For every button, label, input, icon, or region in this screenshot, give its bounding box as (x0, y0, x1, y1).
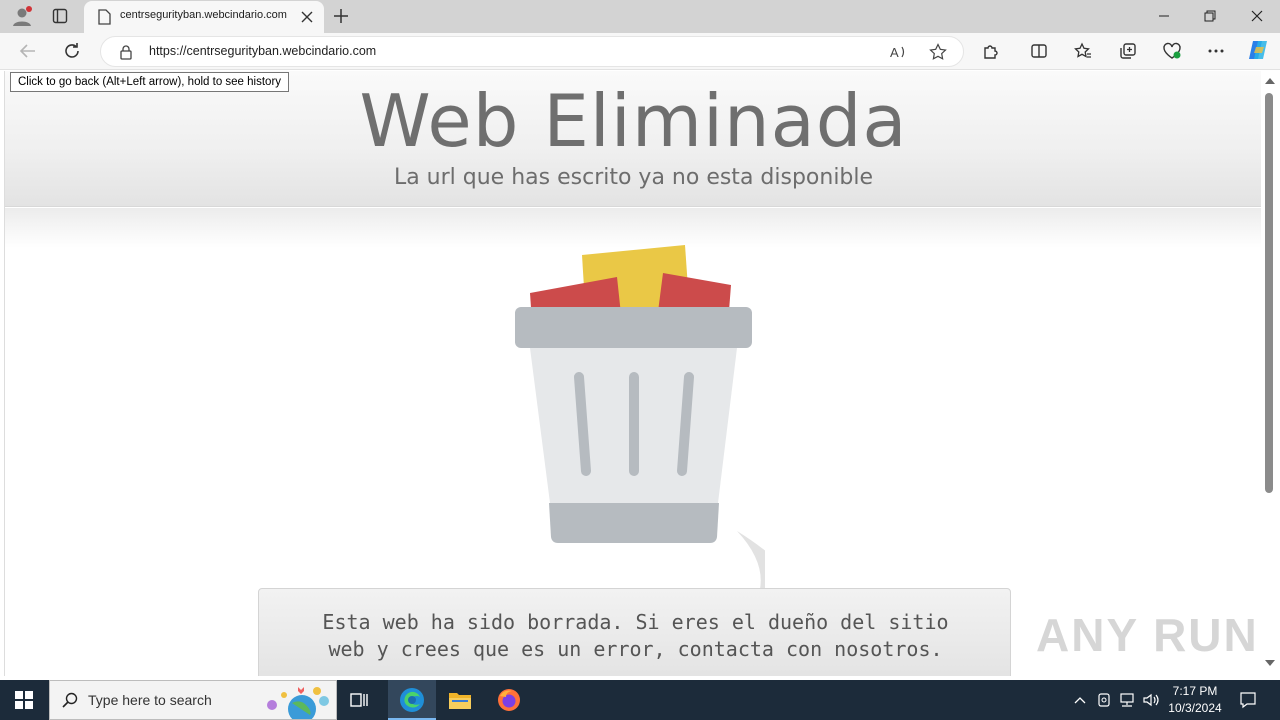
trash-can-illustration (515, 245, 765, 589)
browser-toolbar: https://centrsegurityban.webcindario.com… (0, 33, 1280, 70)
volume-icon[interactable] (1137, 686, 1165, 714)
file-explorer-icon[interactable] (446, 686, 474, 714)
copilot-icon[interactable] (1244, 36, 1272, 64)
trash-lid (515, 307, 752, 348)
close-window-icon[interactable] (1243, 2, 1271, 30)
clock-time: 7:17 PM (1172, 684, 1218, 698)
back-tooltip: Click to go back (Alt+Left arrow), hold … (10, 72, 290, 92)
tab-actions-icon[interactable] (46, 2, 74, 30)
page-subtitle: La url que has escrito ya no esta dispon… (393, 165, 874, 190)
search-icon (56, 686, 84, 714)
message-line-2: web y crees que es un error, contacta co… (328, 637, 943, 661)
collections-icon[interactable] (1114, 37, 1142, 65)
scroll-up-icon[interactable] (1265, 78, 1275, 84)
search-placeholder: Type here to search (88, 692, 212, 708)
close-tab-icon[interactable] (293, 3, 321, 31)
split-screen-icon[interactable] (1025, 37, 1053, 65)
scroll-down-icon[interactable] (1265, 660, 1275, 666)
speech-bubble-tail (737, 531, 765, 589)
page-icon (90, 3, 118, 31)
message-text: Esta web ha sido borrada. Si eres el due… (259, 609, 1012, 663)
search-highlights-icon (267, 687, 329, 719)
notifications-icon[interactable] (1234, 686, 1262, 714)
taskbar-search[interactable]: Type here to search (49, 680, 337, 720)
windows-start-icon[interactable] (10, 686, 38, 714)
favorites-icon[interactable] (1069, 37, 1097, 65)
tab-bar: centrsegurityban.webcindario.com (0, 0, 1280, 33)
url-text[interactable]: https://centrsegurityban.webcindario.com (149, 44, 376, 58)
profile-icon[interactable] (8, 2, 36, 30)
tab-title: centrsegurityban.webcindario.com (120, 9, 287, 21)
minimize-icon[interactable] (1150, 2, 1178, 30)
more-menu-icon[interactable] (1202, 37, 1230, 65)
lock-icon[interactable] (112, 38, 140, 66)
page-viewport: Web Eliminada La url que has escrito ya … (4, 71, 1261, 676)
favorite-star-icon[interactable] (924, 38, 952, 66)
scrollbar-thumb[interactable] (1265, 93, 1273, 493)
anyrun-watermark: ANY RUN (1036, 609, 1259, 661)
vertical-scrollbar[interactable] (1261, 71, 1280, 676)
trash-stripe-left (574, 372, 591, 476)
svg-text:A: A (890, 45, 899, 60)
restore-icon[interactable] (1196, 2, 1224, 30)
edge-taskbar-button[interactable] (388, 680, 436, 720)
task-view-icon[interactable] (346, 686, 374, 714)
clock-date: 10/3/2024 (1168, 701, 1222, 715)
browser-essentials-icon[interactable] (1158, 37, 1186, 65)
read-aloud-icon[interactable]: A (885, 38, 913, 66)
message-line-1: Esta web ha sido borrada. Si eres el due… (322, 610, 949, 634)
message-box: Esta web ha sido borrada. Si eres el due… (258, 588, 1011, 676)
back-arrow-icon[interactable] (14, 37, 42, 65)
windows-taskbar: Type here to search 7:17 PM 10/3/2024 (0, 680, 1280, 720)
edge-icon (400, 688, 424, 712)
trash-base (549, 503, 719, 543)
refresh-icon[interactable] (58, 37, 86, 65)
address-bar[interactable]: https://centrsegurityban.webcindario.com… (100, 36, 964, 67)
system-clock[interactable]: 7:17 PM 10/3/2024 (1164, 683, 1226, 717)
trash-stripe-right (677, 372, 694, 476)
extensions-icon[interactable] (977, 37, 1005, 65)
new-tab-icon[interactable] (327, 2, 355, 30)
active-tab[interactable]: centrsegurityban.webcindario.com (84, 1, 324, 33)
firefox-icon[interactable] (495, 686, 523, 714)
